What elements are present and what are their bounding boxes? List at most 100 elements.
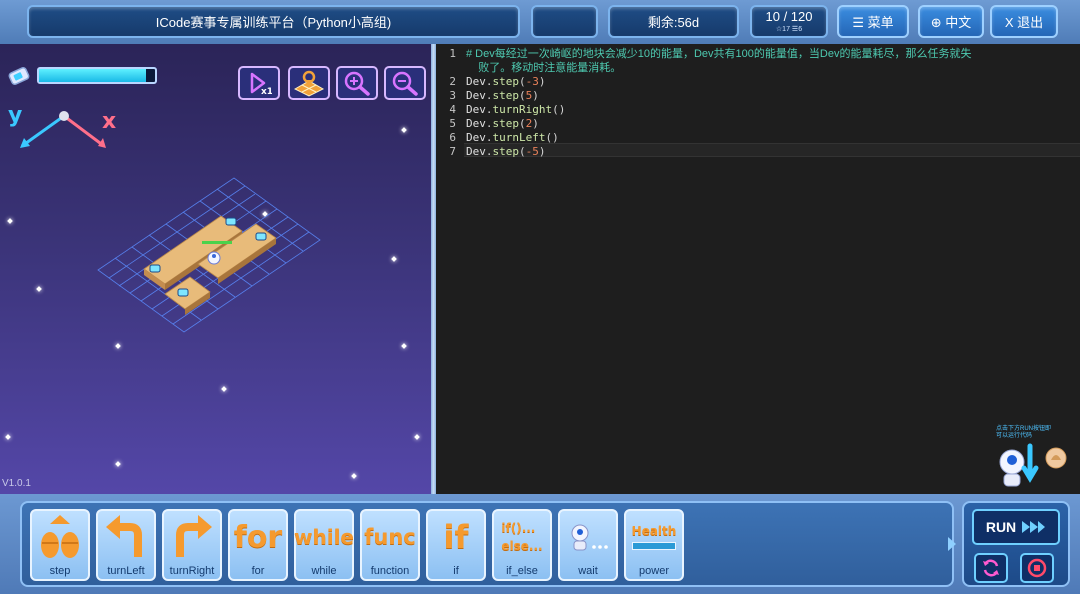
block-label: step	[49, 565, 71, 577]
speed-button[interactable]: x1	[238, 66, 280, 100]
code-object: Dev	[466, 103, 486, 116]
code-argument: 5	[525, 89, 533, 102]
page-title: ICode赛事专属训练平台（Python小高组)	[27, 5, 520, 38]
code-text: Dev.turnRight()	[466, 103, 566, 116]
level-progress-stats: ☆17 ☰6	[775, 26, 803, 33]
code-line[interactable]: 1 # Dev每经过一次崎岖的地块会减少10的能量，Dev共有100的能量值，当…	[436, 47, 1080, 61]
language-button[interactable]: ⊕ 中文	[918, 5, 984, 38]
block-turnRight[interactable]: turnRight	[162, 509, 222, 581]
bottom-toolbar: step turnLeft turnRight for for while wh…	[0, 494, 1080, 594]
run-label: RUN	[985, 519, 1017, 535]
star-decoration	[414, 434, 420, 440]
line-number: 4	[449, 103, 456, 116]
code-line[interactable]: 3 Dev.step(5)	[436, 89, 1080, 103]
line-number: 1	[449, 47, 456, 60]
block-for[interactable]: for for	[228, 509, 288, 581]
energy-bar-fill	[39, 69, 146, 82]
block-turnLeft[interactable]: turnLeft	[96, 509, 156, 581]
stop-button[interactable]	[1020, 553, 1054, 583]
robot-icon	[999, 443, 1067, 487]
zoom-in-button[interactable]	[336, 66, 378, 100]
code-function: turnLeft	[492, 131, 546, 144]
block-label: function	[370, 565, 410, 577]
block-function[interactable]: func function	[360, 509, 420, 581]
block-step[interactable]: step	[30, 509, 90, 581]
run-button[interactable]: RUN	[972, 509, 1060, 545]
code-argument: 2	[525, 117, 533, 130]
func-icon: func	[364, 525, 416, 549]
code-argument: -5	[525, 145, 539, 158]
code-line[interactable]: 6 Dev.turnLeft()	[436, 131, 1080, 145]
zoom-in-icon	[344, 71, 370, 96]
star-decoration	[7, 218, 13, 224]
block-wait[interactable]: wait	[558, 509, 618, 581]
hint-text: 点击下方RUN按钮即可以运行代码	[996, 426, 1051, 439]
code-function: step	[492, 117, 520, 130]
code-function: turnRight	[492, 103, 553, 116]
block-if[interactable]: if if	[426, 509, 486, 581]
remaining-time: 剩余:56d	[608, 5, 739, 38]
code-line[interactable]: 2 Dev.step(-3)	[436, 75, 1080, 89]
energy-bar	[37, 67, 157, 84]
code-line[interactable]: 7 Dev.step(-5)	[436, 145, 1080, 159]
code-line[interactable]: 4 Dev.turnRight()	[436, 103, 1080, 117]
code-comment: 败了。移动时注意能量消耗。	[466, 62, 622, 74]
star-decoration	[36, 286, 42, 292]
code-function: step	[492, 89, 520, 102]
health-bar	[632, 542, 676, 550]
turn-left-icon	[106, 515, 142, 557]
code-argument: -3	[525, 75, 539, 88]
block-label: turnRight	[169, 565, 215, 577]
top-bar: ICode赛事专属训练平台（Python小高组) 剩余:56d 10 / 120…	[0, 0, 1080, 44]
block-if-else[interactable]: if()... else... if_else	[492, 509, 552, 581]
axis-x-label: x	[102, 109, 116, 134]
block-power[interactable]: Health power	[624, 509, 684, 581]
line-number: 7	[449, 145, 456, 158]
while-icon: while	[294, 525, 354, 549]
code-function: step	[492, 145, 520, 158]
zoom-out-button[interactable]	[384, 66, 426, 100]
energy-battery-icon	[8, 66, 30, 86]
block-while[interactable]: while while	[294, 509, 354, 581]
axis-y-label: y	[8, 103, 22, 128]
exit-button[interactable]: X 退出	[990, 5, 1058, 38]
health-icon: Health	[628, 513, 680, 561]
wait-icon	[571, 524, 608, 551]
block-label: if_else	[506, 565, 538, 577]
star-decoration	[391, 256, 397, 262]
zoom-out-icon	[392, 71, 418, 96]
code-object: Dev	[466, 89, 486, 102]
level-progress-count: 10 / 120	[765, 9, 813, 24]
speed-icon: x1	[250, 72, 272, 95]
reset-button[interactable]	[974, 553, 1008, 583]
block-label: if	[453, 565, 459, 577]
star-decoration	[5, 434, 11, 440]
refresh-icon	[983, 559, 999, 577]
block-label: turnLeft	[107, 565, 145, 577]
health-text: Health	[631, 524, 677, 538]
map-view-icon	[293, 70, 325, 97]
block-label: for	[251, 565, 265, 577]
code-text: Dev.step(-5)	[466, 145, 546, 158]
level-map	[97, 177, 321, 333]
code-line[interactable]: 败了。移动时注意能量消耗。	[436, 61, 1080, 75]
star-decoration	[115, 461, 121, 467]
if-icon: if	[443, 518, 469, 556]
code-line[interactable]: 5 Dev.step(2)	[436, 117, 1080, 131]
menu-button[interactable]: ☰ 菜单	[837, 5, 909, 38]
axis-indicator: y x	[8, 103, 116, 148]
step-icon	[41, 515, 79, 558]
code-text: Dev.step(5)	[466, 89, 539, 102]
star-decoration	[221, 386, 227, 392]
block-label: wait	[578, 565, 598, 577]
version-label: V1.0.1	[2, 478, 31, 489]
map-view-button[interactable]	[288, 66, 330, 100]
code-object: Dev	[466, 145, 486, 158]
stop-icon	[1027, 558, 1047, 578]
code-editor[interactable]: 1 # Dev每经过一次崎岖的地块会减少10的能量，Dev共有100的能量值，当…	[436, 44, 1080, 494]
code-object: Dev	[466, 117, 486, 130]
star-decoration	[115, 343, 121, 349]
hint-mascot: 点击下方RUN按钮即可以运行代码	[996, 426, 1080, 494]
block-label: power	[639, 565, 669, 577]
palette-scroll-arrow-icon[interactable]	[946, 535, 958, 553]
